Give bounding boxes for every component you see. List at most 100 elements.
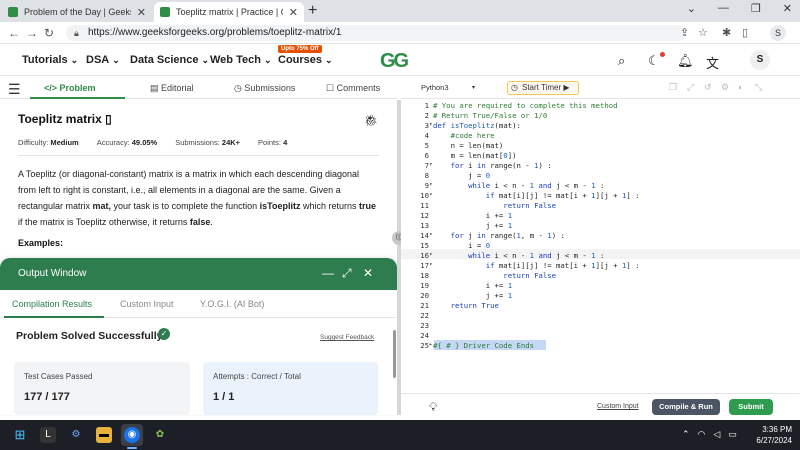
terminal-app-icon[interactable]: L — [40, 427, 56, 443]
browser-tab-toeplitz[interactable]: Toeplitz matrix | Practice | Geeks ✕ — [154, 2, 304, 22]
chevron-up-icon[interactable]: ⌃ — [682, 429, 690, 440]
restore-icon[interactable]: ❐ — [751, 2, 761, 15]
tab-comments[interactable]: ☐ Comments — [326, 83, 380, 94]
code-line: for j in range(1, m - 1) : — [450, 231, 565, 240]
suggest-feedback-link[interactable]: Suggest Feedback — [320, 334, 374, 341]
hamburger-menu-icon[interactable]: ☰ — [8, 81, 21, 98]
code-line: i += 1 — [433, 281, 513, 290]
back-arrow-icon[interactable]: ← — [8, 26, 20, 40]
points: Points: 4 — [258, 138, 287, 147]
url-field[interactable]: 🔒︎ https://www.geeksforgeeks.org/problem… — [66, 25, 686, 41]
file-explorer-icon[interactable]: ▬ — [96, 427, 112, 443]
forward-arrow-icon[interactable]: → — [26, 26, 38, 40]
gfg-app-icon[interactable]: ✿ — [152, 427, 168, 443]
windows-start-icon[interactable]: ⊞ — [12, 427, 28, 443]
minimize-icon[interactable]: — — [718, 2, 729, 15]
code-line: # Return True/False or 1/0 — [433, 111, 548, 120]
output-window-title: Output Window — [18, 268, 87, 279]
desc-text: which returns — [300, 201, 359, 211]
compile-run-button[interactable]: Compile & Run — [652, 399, 720, 415]
site-navbar: Tutorials ⌄ DSA ⌄ Data Science ⌄ Web Tech ⌄ … — [0, 44, 800, 76]
code-line: if mat[i][j] != mat[i + 1][j + 1] : — [485, 261, 640, 270]
search-icon[interactable]: ⌕ — [618, 53, 625, 69]
extensions-icon[interactable]: ✱ — [722, 26, 731, 39]
browser-profile-avatar[interactable]: S — [770, 25, 786, 41]
success-check-icon: ✓ — [158, 328, 170, 340]
tab-compilation-results[interactable]: Compilation Results — [12, 299, 92, 309]
chevron-down-icon: ⌄ — [201, 55, 210, 65]
reload-icon[interactable]: ↻ — [44, 26, 54, 40]
hint-lightbulb-icon[interactable]: 💡︎ — [429, 400, 437, 415]
address-bar: ← → ↻ 🔒︎ https://www.geeksforgeeks.org/p… — [0, 22, 800, 44]
tab-problem[interactable]: </> Problem — [44, 83, 96, 93]
attempts-label: Attempts : Correct / Total — [213, 372, 301, 381]
line-number: 5 — [424, 141, 429, 150]
bookmark-icon[interactable]: ▯ — [105, 112, 112, 126]
windows-taskbar: ⊞ L ⚙ ▬ ◉ ✿ ⌃ ◠ ◁ ▭ 3:36 PM 6/27/2024 — [0, 420, 800, 450]
submit-button[interactable]: Submit — [729, 399, 773, 415]
browser-tab-bar: Problem of the Day | GeeksforGe ✕ Toepli… — [0, 0, 800, 22]
close-tab-icon[interactable]: ✕ — [137, 6, 146, 19]
nav-data-science[interactable]: Data Science ⌄ — [130, 54, 209, 66]
tab-yogi-ai-bot[interactable]: Y.O.G.I. (AI Bot) — [200, 299, 264, 309]
window-controls: ⌄ — ❐ ✕ — [687, 2, 792, 15]
tab-search-icon[interactable]: ⌄ — [687, 2, 696, 15]
bookmark-star-icon[interactable]: ☆ — [698, 26, 708, 39]
dark-mode-icon[interactable]: ☾ — [648, 53, 660, 69]
volume-icon[interactable]: ◁ — [713, 429, 720, 440]
desc-text: your task is to complete the function — [111, 201, 260, 211]
nav-web-tech[interactable]: Web Tech ⌄ — [210, 54, 271, 66]
active-tab-indicator — [30, 97, 125, 99]
translate-icon[interactable]: 文 — [706, 53, 719, 72]
submissions-label: Submissions: — [175, 138, 220, 147]
line-number: 22 — [420, 311, 429, 320]
start-timer-button[interactable]: ◷ Start Timer ▶ — [507, 81, 579, 95]
code-line: #code here — [450, 131, 495, 140]
gfg-logo[interactable]: GG — [380, 50, 409, 73]
settings-gear-icon[interactable]: ⚙ — [721, 82, 729, 93]
collapse-icon[interactable]: ⤡ — [755, 82, 762, 93]
side-panel-icon[interactable]: ▯ — [742, 26, 748, 39]
close-icon[interactable]: ✕ — [363, 266, 373, 280]
reset-icon[interactable]: ↺ — [704, 82, 712, 93]
problem-meta: Difficulty: Medium Accuracy: 49.05% Subm… — [18, 138, 379, 147]
line-number: 17 — [420, 261, 429, 270]
desc-text: if the matrix is Toeplitz otherwise, it … — [18, 217, 190, 227]
vscode-app-icon[interactable]: ⚙ — [68, 427, 84, 443]
minimize-icon[interactable]: — — [322, 266, 334, 280]
left-panel-scrollbar[interactable] — [393, 330, 396, 378]
user-avatar[interactable]: S — [750, 50, 770, 70]
active-tab-indicator — [4, 316, 104, 318]
attempts-value: 1 / 1 — [213, 391, 235, 403]
site-info-icon[interactable]: 🔒︎ — [74, 25, 79, 41]
close-tab-icon[interactable]: ✕ — [289, 6, 298, 19]
battery-icon[interactable]: ▭ — [728, 429, 737, 440]
nav-dsa[interactable]: DSA ⌄ — [86, 54, 120, 66]
tab-custom-input[interactable]: Custom Input — [120, 299, 174, 309]
custom-input-link[interactable]: Custom Input — [597, 403, 639, 410]
wifi-icon[interactable]: ◠ — [698, 429, 706, 440]
expand-icon[interactable]: ⤢ — [342, 266, 352, 281]
tab-submissions[interactable]: ◷ Submissions — [234, 83, 295, 94]
copy-icon[interactable]: ❐ — [669, 82, 677, 93]
browser-tab-problem-of-day[interactable]: Problem of the Day | GeeksforGe ✕ — [2, 2, 152, 22]
output-window: Output Window — ⤢ ✕ Compilation Results … — [0, 258, 397, 415]
nav-courses[interactable]: Courses ⌄ — [278, 54, 333, 66]
notification-bell-icon[interactable]: 🔔︎ — [677, 53, 694, 69]
close-window-icon[interactable]: ✕ — [783, 2, 792, 15]
code-editor[interactable]: 1 # You are required to complete this met… — [401, 99, 800, 393]
chrome-app-icon[interactable]: ◉ — [124, 427, 140, 443]
problem-tabs: ☰ </> Problem ▤ Editorial ◷ Submissions … — [0, 77, 397, 99]
play-icon: ▶ — [563, 83, 570, 92]
report-bug-icon[interactable]: 🐞︎ — [364, 114, 378, 127]
problem-statement: Toeplitz matrix ▯ 🐞︎ Difficulty: Medium … — [0, 100, 397, 260]
system-clock[interactable]: 3:36 PM 6/27/2024 — [750, 424, 792, 446]
theme-icon[interactable]: ◐ — [738, 82, 743, 92]
share-icon[interactable]: ⇪ — [680, 26, 689, 39]
fullscreen-icon[interactable]: ⤢ — [687, 82, 694, 93]
line-number: 20 — [420, 291, 429, 300]
language-select[interactable]: Python3 ▾ — [417, 81, 477, 95]
nav-tutorials[interactable]: Tutorials ⌄ — [22, 54, 78, 66]
tab-editorial[interactable]: ▤ Editorial — [150, 83, 194, 94]
new-tab-button[interactable]: + — [308, 2, 317, 20]
